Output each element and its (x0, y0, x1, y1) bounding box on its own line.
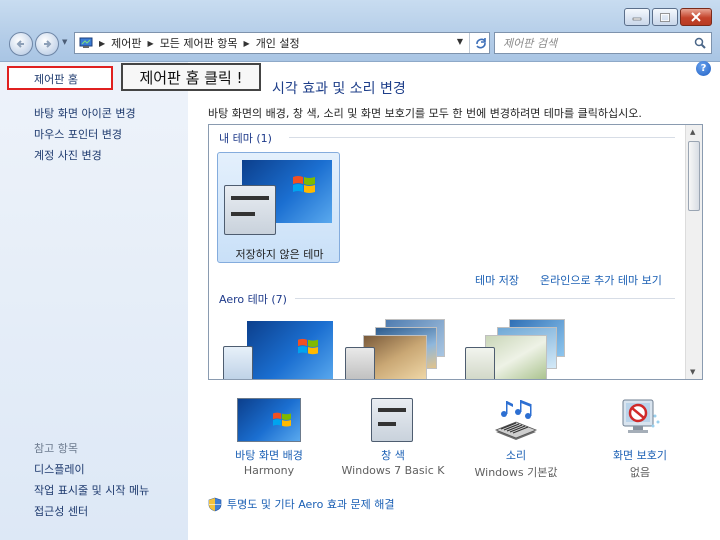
forward-arrow-icon (44, 40, 52, 48)
window-color-preview (345, 347, 375, 379)
my-themes-heading: 내 테마 (1) (219, 132, 272, 145)
windows-logo-icon (298, 338, 318, 355)
history-dropdown[interactable]: ▼ (62, 38, 67, 46)
refresh-button[interactable] (469, 33, 491, 53)
sound-value: Windows 기본값 (474, 466, 558, 479)
theme-architecture[interactable] (345, 319, 465, 379)
see-also-heading: 참고 항목 (34, 442, 78, 455)
forward-button[interactable] (35, 32, 59, 56)
aero-troubleshoot-link[interactable]: 투명도 및 기타 Aero 효과 문제 해결 (208, 496, 395, 512)
desktop-background-label[interactable]: 바탕 화면 배경 (210, 447, 328, 463)
minimize-button[interactable] (624, 8, 650, 26)
window-color-preview (223, 346, 253, 379)
breadcrumb-separator[interactable]: ▶ (148, 39, 154, 48)
address-dropdown[interactable]: ▼ (457, 37, 463, 46)
scroll-up-icon[interactable]: ▲ (690, 128, 695, 136)
back-button[interactable] (9, 32, 33, 56)
screensaver-value: 없음 (629, 466, 651, 479)
window-color-button[interactable] (371, 398, 413, 442)
minimize-icon (632, 17, 642, 21)
theme-windows-7[interactable] (223, 321, 343, 379)
troubleshoot-label[interactable]: 투명도 및 기타 Aero 효과 문제 해결 (227, 496, 395, 512)
search-icon[interactable] (694, 37, 706, 49)
close-icon (691, 12, 701, 22)
theme-wallpaper-preview (247, 321, 333, 379)
sound-icon (494, 400, 538, 440)
window-color-preview (465, 347, 495, 379)
maximize-icon (660, 12, 670, 22)
online-themes-link[interactable]: 온라인으로 추가 테마 보기 (540, 272, 662, 288)
screensaver-button[interactable] (617, 396, 663, 442)
scroll-thumb[interactable] (688, 141, 700, 211)
breadcrumb-separator[interactable]: ▶ (244, 39, 250, 48)
screensaver-label[interactable]: 화면 보호기 (581, 447, 699, 463)
sound-button[interactable] (492, 396, 540, 442)
page-title: 시각 효과 및 소리 변경 (272, 81, 406, 97)
window-color-label[interactable]: 창 색 (334, 447, 452, 463)
address-bar[interactable]: ▶ 제어판 ▶ 모든 제어판 항목 ▶ 개인 설정 ▼ (74, 32, 490, 54)
window-color-preview (224, 185, 276, 235)
breadcrumb-separator[interactable]: ▶ (99, 39, 105, 48)
control-panel-home-link[interactable]: 제어판 홈 (34, 71, 78, 87)
theme-unsaved[interactable]: 저장하지 않은 테마 (217, 152, 340, 263)
breadcrumb-item-personalization[interactable]: 개인 설정 (256, 35, 300, 51)
aero-themes-heading: Aero 테마 (7) (219, 293, 287, 306)
display-link[interactable]: 디스플레이 (34, 461, 85, 477)
back-arrow-icon (16, 40, 24, 48)
unsaved-theme-label: 저장하지 않은 테마 (235, 248, 324, 261)
windows-logo-icon (293, 176, 315, 193)
instruction-callout: 제어판 홈 클릭 ! (121, 63, 261, 91)
mouse-pointer-link[interactable]: 마우스 포인터 변경 (34, 126, 122, 142)
breadcrumb-item-all-items[interactable]: 모든 제어판 항목 (160, 35, 238, 51)
help-icon[interactable]: ? (696, 61, 711, 76)
save-theme-link[interactable]: 테마 저장 (475, 272, 519, 288)
windows-logo-icon (273, 412, 291, 427)
theme-list-scrollbar[interactable]: ▲ ▼ (685, 125, 702, 379)
sound-label[interactable]: 소리 (457, 447, 575, 463)
close-button[interactable] (680, 8, 712, 26)
search-placeholder: 제어판 검색 (503, 37, 558, 50)
scroll-down-icon[interactable]: ▼ (690, 368, 695, 376)
maximize-button[interactable] (652, 8, 678, 26)
account-picture-link[interactable]: 계정 사진 변경 (34, 147, 102, 163)
window-color-value: Windows 7 Basic K (341, 464, 445, 477)
control-panel-icon (79, 37, 93, 48)
ease-of-access-link[interactable]: 접근성 센터 (34, 503, 88, 519)
breadcrumb: ▶ 제어판 ▶ 모든 제어판 항목 ▶ 개인 설정 (93, 35, 300, 51)
shield-icon (208, 497, 222, 511)
desktop-background-value: Harmony (243, 464, 295, 477)
breadcrumb-item-control-panel[interactable]: 제어판 (111, 35, 141, 51)
taskbar-start-menu-link[interactable]: 작업 표시줄 및 시작 메뉴 (34, 482, 149, 498)
theme-nature[interactable] (465, 319, 585, 379)
search-field[interactable]: 제어판 검색 (494, 32, 712, 54)
theme-list[interactable]: 내 테마 (1) 저장하지 않은 테마 테마 저장 온라인으로 추가 테마 보기… (208, 124, 703, 380)
desktop-background-icon (237, 398, 301, 442)
window-color-icon (371, 398, 413, 442)
desktop-icons-link[interactable]: 바탕 화면 아이콘 변경 (34, 105, 136, 121)
window-chrome: ▼ ▶ 제어판 ▶ 모든 제어판 항목 ▶ 개인 설정 ▼ 제어판 검색 (0, 0, 720, 62)
desktop-background-button[interactable] (237, 398, 301, 442)
group-divider (295, 298, 675, 299)
group-divider (289, 137, 675, 138)
page-description: 바탕 화면의 배경, 창 색, 소리 및 화면 보호기를 모두 한 번에 변경하… (208, 107, 642, 120)
refresh-icon (475, 38, 486, 49)
screensaver-icon (622, 399, 660, 433)
